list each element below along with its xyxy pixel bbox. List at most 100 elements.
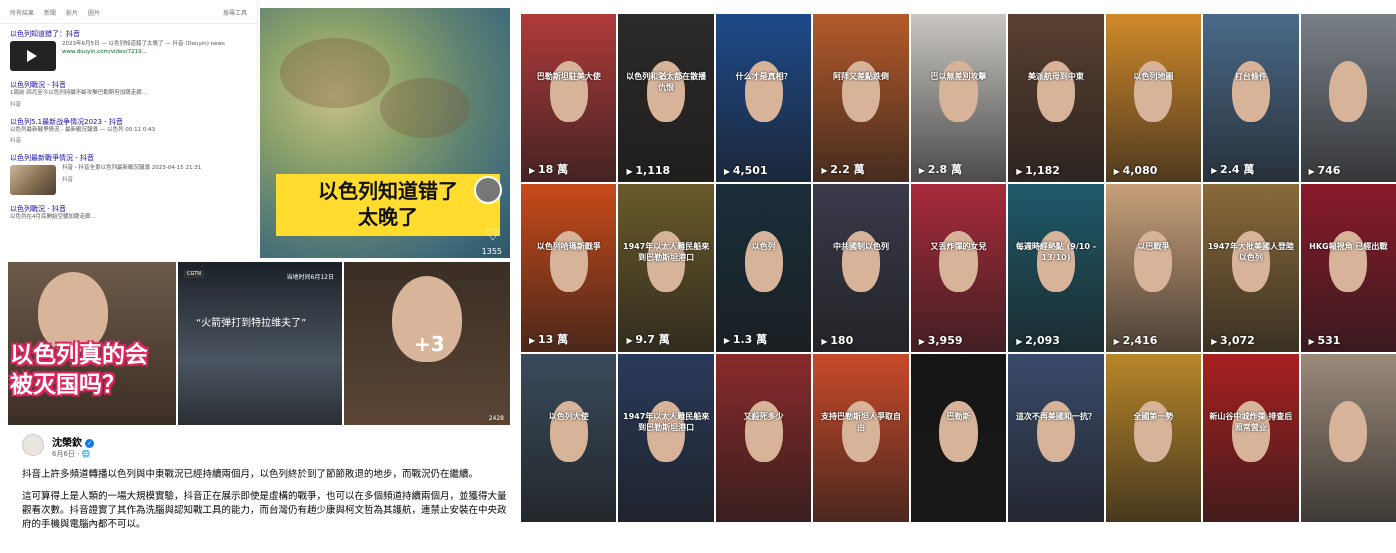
person-face	[939, 231, 978, 292]
video-tile[interactable]: 什么才是真相？ 4,501	[715, 14, 812, 182]
globe-icon: 🌐	[81, 450, 91, 458]
video-tile[interactable]: 746	[1300, 14, 1396, 182]
video-tile[interactable]: 以巴戰爭 2,416	[1105, 184, 1202, 352]
view-count: 4,080	[1114, 164, 1158, 177]
view-count: 13 萬	[529, 331, 568, 347]
person-face	[744, 61, 783, 122]
avatar[interactable]	[22, 434, 44, 456]
caption-line-2: 太晚了	[358, 205, 418, 229]
video-tile[interactable]: 以色列和猶太都在散播仇恨 1,118	[618, 14, 714, 182]
search-result: 以色列戰況 - 抖音 1周前 四月至今以色列持續不斷攻擊巴勒斯坦加薩走廊… 抖音	[0, 75, 257, 112]
result-title[interactable]: 以色列最新戰爭情況 - 抖音	[10, 153, 247, 163]
video-caption: 什么才是真相？	[735, 72, 792, 82]
tab-videos[interactable]: 影片	[66, 8, 78, 17]
video-tile[interactable]: 1947年以太人難民船來到巴勒斯坦港口	[618, 354, 714, 522]
image-overlay-text: 以色列真的会 被灭国吗？	[10, 342, 148, 398]
result-title[interactable]: 以色列5.1最新战争情况2023 - 抖音	[10, 117, 247, 127]
tab-images[interactable]: 圖片	[88, 8, 100, 17]
map-video[interactable]: 以色列知道错了 太晚了 ♡ 1355	[260, 8, 510, 258]
result-source: 抖音	[10, 101, 22, 108]
view-count: 1,118	[626, 164, 670, 177]
video-tile[interactable]: 阿拜又差點跌倒 2.2 萬	[813, 14, 909, 182]
video-tile[interactable]: 打台條件 2.4 萬	[1203, 14, 1299, 182]
video-caption: 以色列和猶太都在散播仇恨	[626, 72, 707, 93]
video-caption: 打台條件	[1234, 72, 1267, 82]
person-face	[939, 61, 978, 122]
person-face	[1231, 61, 1270, 122]
video-tile[interactable]: 巴以無差別攻擊 2.8 萬	[910, 14, 1007, 182]
post-image-1[interactable]: 以色列真的会 被灭国吗？	[8, 262, 176, 425]
person-face	[744, 231, 783, 292]
video-caption: 每週時經熱點 (9/10 - 13/10)	[1015, 242, 1097, 263]
post-image-3[interactable]: +3 2428	[344, 262, 510, 425]
person-face	[841, 231, 881, 292]
video-tile[interactable]: 全國第一勢	[1105, 354, 1202, 522]
result-title[interactable]: 以色列戰況 - 抖音	[10, 80, 247, 90]
view-count: 1.3 萬	[724, 331, 767, 347]
search-tabs: 所有結果 新聞 影片 圖片 搜尋工具	[0, 0, 257, 24]
video-tile[interactable]: 以色列哈瑪斯戰爭 13 萬	[521, 184, 617, 352]
video-caption: 以巴戰爭	[1137, 242, 1170, 252]
person-face	[549, 61, 588, 122]
video-tile[interactable]: 每週時經熱點 (9/10 - 13/10) 2,093	[1008, 184, 1104, 352]
creator-avatar[interactable]	[474, 176, 502, 204]
video-tile[interactable]: 又丟炸彈的女兒 3,959	[910, 184, 1007, 352]
tab-news[interactable]: 新聞	[44, 8, 56, 17]
video-tile[interactable]: 以色列大使	[521, 354, 617, 522]
verified-icon: ✓	[85, 439, 94, 448]
person-face	[1134, 401, 1173, 462]
person-face	[1036, 401, 1076, 462]
view-count: 746	[1309, 164, 1340, 177]
post-paragraph: 抖音上許多頻道轉播以色列與中東戰況已經持續兩個月，以色列終於到了節節敗退的地步，…	[22, 469, 479, 480]
video-tile[interactable]: 支持巴勒斯坦人爭取自由	[813, 354, 909, 522]
post-author[interactable]: 沈榮欽 ✓	[52, 434, 94, 449]
video-tile[interactable]: 新山谷中城炸彈 排查后照常营业	[1203, 354, 1299, 522]
video-caption: HKG報視角 已經出戰	[1309, 242, 1388, 252]
view-count: 1,182	[1016, 164, 1060, 177]
video-tile[interactable]: 以色列 1.3 萬	[715, 184, 812, 352]
video-tile[interactable]: 1947年大批美國人登陸以色列 3,072	[1203, 184, 1299, 352]
video-caption: 以色列知道错了 太晚了	[276, 174, 500, 236]
person-face	[744, 401, 783, 462]
post-body: 抖音上許多頻道轉播以色列與中東戰況已經持續兩個月，以色列終於到了節節敗退的地步，…	[22, 468, 508, 540]
view-count: 4,501	[724, 164, 768, 177]
view-count: 2.8 萬	[919, 161, 962, 177]
facebook-post: 沈榮欽 ✓ 6月6日 · 🌐 抖音上許多頻道轉播以色列與中東戰況已經持續兩個月，以…	[12, 430, 510, 553]
view-count: 2,416	[1114, 334, 1158, 347]
result-snippet: 2023年6月5日 — 以色列知道錯了太晚了 — 抖音 (Douyin) new…	[62, 41, 225, 47]
video-caption: 阿拜又差點跌倒	[833, 72, 890, 82]
video-tile[interactable]: 巴勒斯坦駐美大使 18 萬	[521, 14, 617, 182]
result-url[interactable]: www.douyin.com/video/7219...	[62, 49, 225, 55]
search-tools-button[interactable]: 搜尋工具	[223, 8, 247, 17]
video-caption: 1947年大批美國人登陸以色列	[1207, 242, 1294, 263]
result-snippet: 1周前 四月至今以色列持續不斷攻擊巴勒斯坦加薩走廊…	[10, 90, 148, 96]
person-face	[549, 401, 588, 462]
video-thumbnail[interactable]	[10, 41, 56, 71]
post-image-2[interactable]: CGTN 当地时间6月12日 “火箭弹打到特拉维夫了”	[178, 262, 342, 425]
search-result: 以色列5.1最新战争情况2023 - 抖音 以色列最新戰爭情況 - 最新戰況報導…	[0, 112, 257, 149]
video-caption: 新山谷中城炸彈 排查后照常营业	[1209, 412, 1293, 433]
result-title[interactable]: 以色列戰況 - 抖音	[10, 204, 247, 214]
video-tile[interactable]: 美派航母到中東 1,182	[1008, 14, 1104, 182]
video-tile[interactable]: 中共國制以色列 180	[813, 184, 909, 352]
person-face	[1134, 231, 1173, 292]
video-tile[interactable]: HKG報視角 已經出戰 531	[1300, 184, 1396, 352]
more-images-indicator[interactable]: +3	[414, 332, 445, 356]
video-tile[interactable]: 這次不再美國和一抗？	[1008, 354, 1104, 522]
like-icon[interactable]: ♡	[486, 225, 500, 244]
video-tile[interactable]: 又殺死多少	[715, 354, 812, 522]
video-tile[interactable]: 以色列地圖 4,080	[1105, 14, 1202, 182]
view-count: 18 萬	[529, 161, 568, 177]
image-thumbnail[interactable]	[10, 165, 56, 195]
video-tile[interactable]: 1947年以太人難民船來到巴勒斯坦港口 9.7 萬	[618, 184, 714, 352]
person-face	[549, 231, 588, 292]
tab-all[interactable]: 所有結果	[10, 8, 34, 17]
video-tile[interactable]: 巴勒斯	[910, 354, 1007, 522]
map-terrain	[380, 78, 470, 138]
result-snippet: 以色列最新戰爭情況 - 最新戰況報導 — 以色列 00:11 0:43	[10, 126, 156, 133]
video-tile[interactable]	[1300, 354, 1396, 522]
post-date[interactable]: 6月6日 · 🌐	[52, 449, 90, 459]
person-face	[1329, 61, 1368, 122]
result-title[interactable]: 以色列知道錯了：抖音	[10, 29, 247, 39]
like-count: 1355	[481, 247, 502, 256]
